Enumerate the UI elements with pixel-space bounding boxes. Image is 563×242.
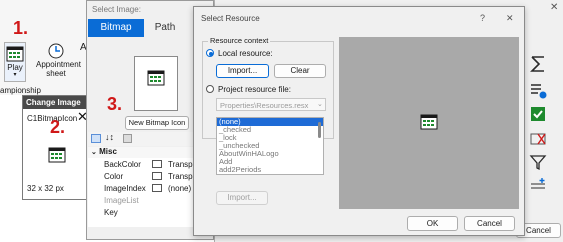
- sort-az-icon[interactable]: ↓↕: [105, 132, 114, 142]
- local-resource-radio[interactable]: [206, 49, 214, 57]
- project-file-value: Properties\Resources.resx: [220, 101, 309, 110]
- clear-button[interactable]: Clear: [274, 64, 326, 78]
- categorized-icon[interactable]: [91, 134, 101, 143]
- prop-value: (none): [168, 184, 192, 193]
- project-resource-radio[interactable]: [206, 85, 214, 93]
- calendar-grid-icon: [6, 46, 24, 62]
- list-item[interactable]: add2Periods: [217, 166, 323, 174]
- help-button[interactable]: ?: [480, 13, 485, 23]
- appointment-icon: [48, 43, 64, 59]
- list-dot-icon[interactable]: [528, 80, 548, 100]
- calendar-grid-icon: [420, 114, 438, 130]
- color-swatch: [152, 160, 162, 168]
- calendar-grid-icon: [147, 70, 165, 86]
- right-toolbar: [525, 48, 551, 218]
- step-3-label: 3.: [107, 94, 123, 114]
- import-disabled-button[interactable]: Import...: [216, 191, 268, 205]
- color-swatch: [152, 172, 162, 180]
- chevron-down-icon: ⌄: [91, 149, 97, 156]
- checkbox-green-icon[interactable]: [528, 104, 548, 124]
- appointment-label: Appointment: [36, 60, 81, 69]
- step-1-label: 1.: [13, 18, 29, 38]
- project-file-select[interactable]: Properties\Resources.resx ⌄: [216, 98, 326, 111]
- radio-dot: [209, 52, 213, 56]
- change-image-title: Change Image: [23, 96, 87, 109]
- insert-row-icon[interactable]: [528, 176, 548, 196]
- list-item[interactable]: AboutWinHALogo: [217, 150, 323, 158]
- new-bitmap-icon-button[interactable]: New Bitmap Icon: [125, 116, 189, 130]
- import-button[interactable]: Import...: [216, 64, 269, 78]
- appointment-sheet-button[interactable]: Appointment sheet: [36, 42, 81, 82]
- tab-bitmap[interactable]: Bitmap: [88, 19, 144, 37]
- resource-preview: [339, 37, 519, 209]
- local-resource-label: Local resource:: [218, 49, 273, 58]
- filter-icon[interactable]: [528, 152, 548, 172]
- chevron-down-icon: ⌄: [317, 101, 323, 108]
- resource-list[interactable]: (none) _checked _lock _unchecked AboutWi…: [216, 117, 324, 175]
- ok-button[interactable]: OK: [407, 216, 458, 231]
- section-misc-label: Misc: [99, 147, 117, 156]
- sigma-icon[interactable]: [528, 54, 548, 74]
- color-swatch: [152, 184, 162, 192]
- select-resource-dialog: Select Resource ? ✕ Resource context Loc…: [193, 6, 525, 236]
- property-pages-icon[interactable]: [123, 134, 132, 143]
- resource-context-label: Resource context: [208, 36, 271, 45]
- prop-name: ImageList: [104, 196, 139, 205]
- select-resource-title: Select Resource: [201, 14, 260, 23]
- prop-name: Key: [104, 208, 118, 217]
- appointment-label-2: sheet: [46, 69, 66, 78]
- remove-icon[interactable]: [528, 128, 548, 148]
- background-close-icon[interactable]: ✕: [550, 2, 558, 13]
- tab-path[interactable]: Path: [145, 19, 185, 37]
- chevron-down-icon: ▾: [13, 72, 17, 78]
- list-scrollbar[interactable]: [318, 122, 321, 138]
- play-button[interactable]: Play ▾: [4, 42, 26, 82]
- calendar-grid-icon: [48, 147, 66, 163]
- bitmap-preview: [134, 56, 178, 111]
- ribbon-group-label: ampionship: [0, 86, 41, 95]
- prop-name: BackColor: [104, 160, 141, 169]
- prop-name: ImageIndex: [104, 184, 146, 193]
- change-image-window: Change Image C1BitmapIcon ✕ 32 x 32 px: [22, 95, 88, 200]
- prop-name: Color: [104, 172, 124, 181]
- close-button[interactable]: ✕: [506, 13, 514, 24]
- step-2-label: 2.: [50, 117, 66, 137]
- project-resource-label: Project resource file:: [218, 85, 291, 94]
- play-label: Play: [7, 63, 23, 72]
- size-label: 32 x 32 px: [27, 184, 64, 193]
- cancel-button[interactable]: Cancel: [464, 216, 515, 231]
